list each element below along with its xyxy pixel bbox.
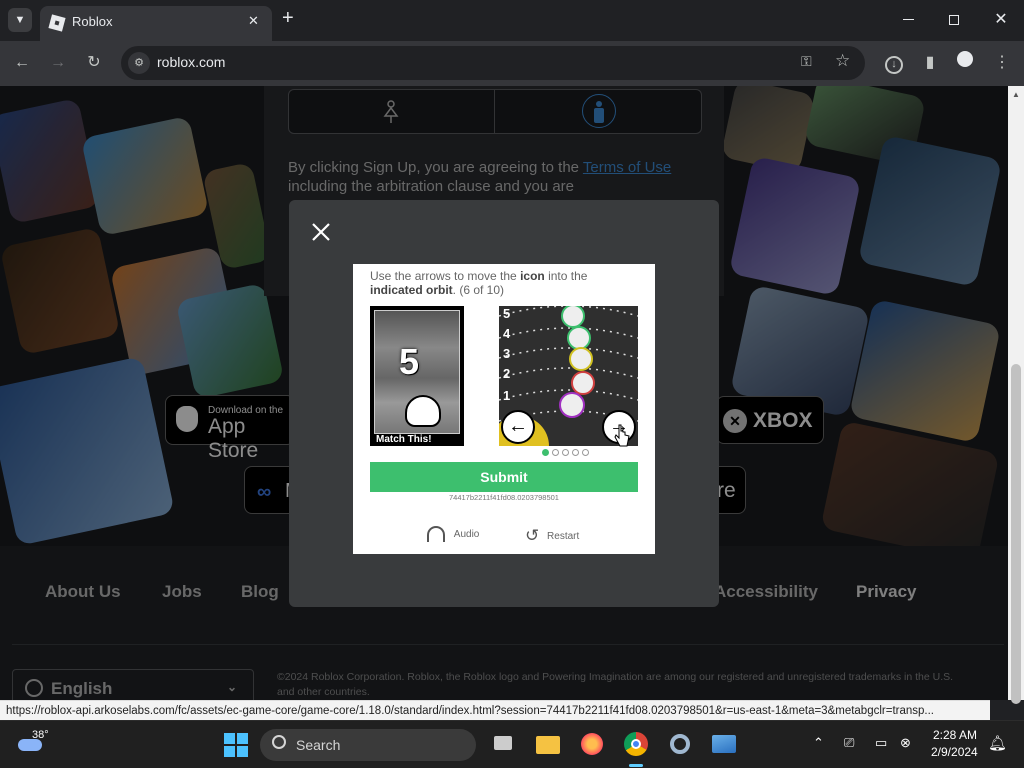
start-button[interactable] <box>224 733 248 757</box>
tab-search-button[interactable]: ▼ <box>8 8 32 32</box>
audio-button[interactable]: Audio <box>427 526 479 542</box>
minimize-button[interactable] <box>885 0 931 41</box>
taskbar-search-box[interactable]: Search <box>260 729 476 761</box>
file-explorer-icon[interactable] <box>534 730 562 758</box>
chevron-down-icon: ▼ <box>14 14 26 26</box>
restart-icon: ↺ <box>525 526 540 545</box>
target-number: 5 <box>399 341 420 382</box>
orbit-label: 4 <box>503 326 511 341</box>
submit-button[interactable]: Submit <box>370 462 638 492</box>
tab-close-icon[interactable]: ✕ <box>248 13 259 29</box>
windows-logo-icon <box>224 733 248 757</box>
site-settings-icon[interactable]: ⚙ <box>128 52 150 74</box>
password-key-icon[interactable]: ⚿ <box>801 53 812 70</box>
orbit-label: 3 <box>503 346 511 361</box>
volume-muted-icon[interactable]: ⊗ <box>900 735 911 751</box>
back-arrow-icon[interactable]: ← <box>8 49 36 77</box>
page-dot <box>582 449 589 456</box>
page-dot <box>572 449 579 456</box>
arrow-left-button[interactable]: ← <box>501 410 535 444</box>
orbit-label: 1 <box>503 388 511 403</box>
forward-arrow-icon[interactable]: → <box>44 49 72 77</box>
scroll-up-icon[interactable]: ▲ <box>1012 90 1020 99</box>
network-icon[interactable]: ⎚ <box>844 735 854 751</box>
reload-icon[interactable]: ↻ <box>80 49 108 77</box>
mouse-pointer-icon <box>614 424 630 447</box>
page-dot-active <box>542 449 549 456</box>
clock-time[interactable]: 2:28 AM <box>933 728 977 742</box>
firefox-icon[interactable] <box>578 730 606 758</box>
task-view-icon[interactable] <box>490 730 518 758</box>
chrome-icon[interactable] <box>622 730 650 758</box>
captcha-modal: Use the arrows to move the icon into the… <box>289 200 719 607</box>
page-dots <box>542 448 594 458</box>
tray-overflow-icon[interactable]: ⌃ <box>813 735 824 751</box>
modal-close-button[interactable] <box>307 218 335 246</box>
restore-icon <box>949 14 959 25</box>
match-label: Match This! <box>376 434 432 445</box>
minimize-icon <box>902 19 914 21</box>
roblox-favicon-icon <box>48 14 66 32</box>
tab-title: Roblox <box>72 14 113 29</box>
address-bar[interactable]: ⚙ roblox.com ⚿ ☆ <box>121 46 865 80</box>
clock-date[interactable]: 2/9/2024 <box>931 745 978 759</box>
close-icon: ✕ <box>994 11 1008 28</box>
scrollbar-thumb[interactable] <box>1011 364 1021 704</box>
close-window-button[interactable]: ✕ <box>978 0 1024 41</box>
photos-icon[interactable] <box>710 730 738 758</box>
status-url-bubble: https://roblox-api.arkoselabs.com/fc/ass… <box>0 700 990 720</box>
captcha-panel: Use the arrows to move the icon into the… <box>353 264 655 554</box>
browser-toolbar: ← → ↻ ⚙ roblox.com ⚿ ☆ ↓ ▮ ⋮ <box>0 41 1024 86</box>
active-app-indicator <box>629 764 643 767</box>
arrow-left-icon: ← <box>508 415 528 437</box>
browser-tab-bar: ▼ Roblox ✕ + ✕ <box>0 0 1024 41</box>
url-text: roblox.com <box>157 54 226 70</box>
download-icon[interactable]: ↓ <box>880 49 908 77</box>
close-icon <box>312 223 330 241</box>
target-image: 5 Match This! <box>370 306 464 446</box>
page-dot <box>562 449 569 456</box>
captcha-instructions: Use the arrows to move the icon into the… <box>370 269 588 297</box>
weather-widget[interactable]: 38° <box>16 729 56 759</box>
orbit-label: 2 <box>503 366 511 381</box>
settings-gear-icon[interactable] <box>666 730 694 758</box>
side-panel-icon[interactable]: ▮ <box>916 49 944 77</box>
profile-icon[interactable] <box>951 49 979 77</box>
restore-button[interactable] <box>931 0 977 41</box>
bookmark-star-icon[interactable]: ☆ <box>835 51 850 71</box>
target-animal-icon <box>405 395 441 427</box>
windows-taskbar: 38° Search ⌃ ⎚ ▭ ⊗ 2:28 AM 2/9/2024 🔔︎ <box>0 720 1024 768</box>
headphones-icon <box>427 526 445 542</box>
display-icon[interactable]: ▭ <box>875 735 887 751</box>
session-id: 74417b2211f41fd08.0203798501 <box>449 493 559 502</box>
browser-tab-roblox[interactable]: Roblox ✕ <box>40 6 272 41</box>
notification-bell-icon[interactable]: 🔔︎ <box>988 734 1007 752</box>
restart-button[interactable]: ↺ Restart <box>525 526 579 546</box>
search-icon <box>272 735 286 749</box>
new-tab-button[interactable]: + <box>282 7 294 30</box>
orbit-label: 5 <box>503 306 511 321</box>
page-dot <box>552 449 559 456</box>
menu-kebab-icon[interactable]: ⋮ <box>988 49 1016 77</box>
